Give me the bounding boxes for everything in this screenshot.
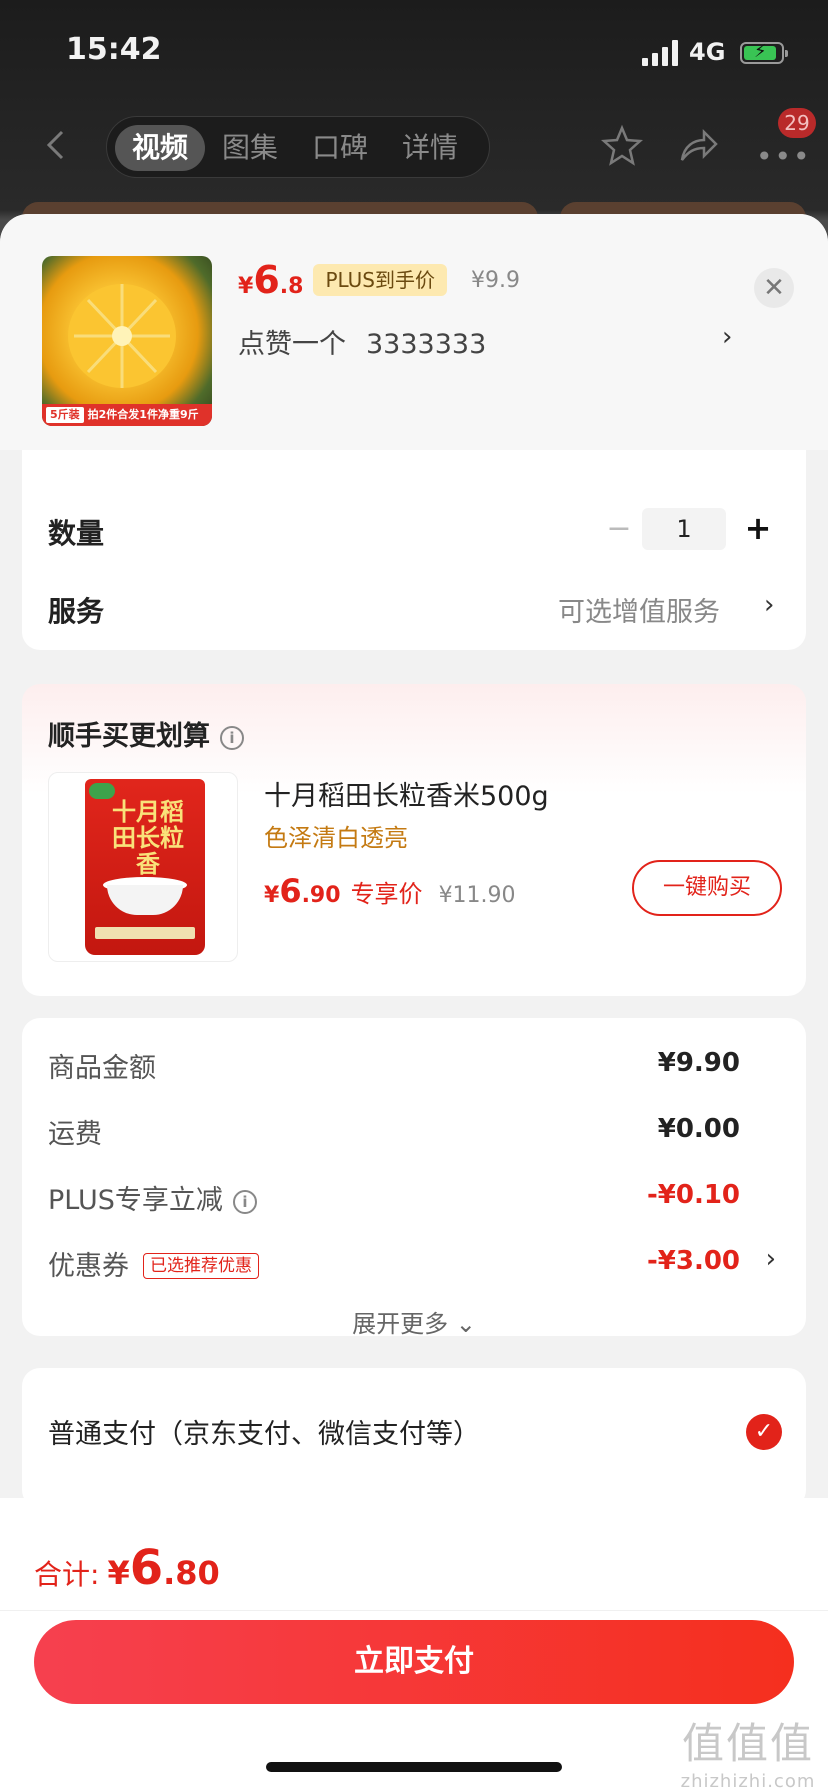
addon-price-integer: 6 [279, 872, 302, 910]
one-click-buy-button[interactable]: 一键购买 [632, 860, 782, 916]
rice-package-band [95, 927, 195, 939]
addon-original-price: ¥11.90 [438, 883, 516, 908]
summary-value-plus-discount: -¥0.10 [646, 1180, 740, 1210]
tab-details[interactable]: 详情 [385, 125, 475, 171]
quantity-increase-button[interactable]: + [738, 508, 778, 550]
original-price: ¥9.9 [470, 268, 520, 293]
price-integer: 6 [253, 258, 280, 302]
screen: 15:42 4G ⚡ 视频 图集 口碑 详情 ••• 29 5斤装 拍2件合发1… [0, 0, 828, 1792]
plus-discount-text: PLUS专享立减 [48, 1185, 223, 1216]
product-image: 5斤装 拍2件合发1件净重9斤 [42, 256, 212, 426]
tab-gallery[interactable]: 图集 [205, 125, 295, 171]
summary-label-shipping: 运费 [48, 1119, 102, 1150]
summary-value-shipping: ¥0.00 [657, 1114, 740, 1144]
product-header: 5斤装 拍2件合发1件净重9斤 ¥6.8 PLUS到手价 ¥9.9 点赞一个 33333… [0, 214, 828, 450]
expand-more-text: 展开更多 [352, 1310, 449, 1338]
bottom-checkout-bar: 合计: ¥6.80 立即支付 值值值 zhizhizhi.com [0, 1498, 828, 1792]
product-image-banner: 5斤装 拍2件合发1件净重9斤 [42, 404, 212, 426]
addon-price-decimal: .90 [301, 883, 341, 908]
pay-now-button[interactable]: 立即支付 [34, 1620, 794, 1704]
price-decimal: .8 [279, 274, 304, 299]
signal-icon [642, 40, 680, 66]
addon-price-currency: ¥ [264, 883, 280, 908]
info-icon[interactable]: i [232, 1190, 257, 1214]
price-summary-card: 商品金额 ¥9.90 运费 ¥0.00 PLUS专享立减 i -¥0.10 优惠券… [22, 1018, 806, 1339]
payment-method-card: 普通支付（京东支付、微信支付等） ✓ [22, 1368, 806, 1508]
rice-bowl-base [107, 885, 183, 915]
network-type: 4G [689, 38, 726, 66]
summary-label-plus-discount: PLUS专享立减 i [48, 1178, 257, 1217]
addon-price: ¥6.90 专享价 ¥11.90 [264, 872, 516, 910]
chevron-right-icon[interactable]: › [764, 590, 774, 620]
quantity-decrease-button[interactable]: − [600, 510, 638, 548]
selected-spec[interactable]: 点赞一个 3333333 [238, 322, 486, 361]
watermark-logo: 值值值 [681, 1719, 814, 1768]
product-price: ¥6.8 PLUS到手价 ¥9.9 [238, 258, 520, 308]
divider [0, 1610, 828, 1611]
tab-video[interactable]: 视频 [115, 125, 205, 171]
watermark-domain: zhizhizhi.com [680, 1771, 816, 1792]
status-time: 15:42 [66, 32, 162, 67]
total-label: 合计: [34, 1558, 100, 1591]
total-decimal: .80 [163, 1554, 220, 1592]
media-tabs: 视频 图集 口碑 详情 [106, 116, 490, 178]
rice-package-text: 十月稻田长粒香 [112, 797, 184, 878]
site-watermark: 值值值 zhizhizhi.com [672, 1710, 824, 1792]
top-navigation: 视频 图集 口碑 详情 ••• 29 [0, 108, 828, 180]
plus-price-tag: PLUS到手价 [313, 264, 447, 296]
addon-title: 顺手买更划算 i [48, 714, 244, 753]
summary-label-coupon[interactable]: 优惠券 已选推荐优惠 [48, 1244, 259, 1283]
exclusive-price-label: 专享价 [350, 880, 423, 908]
checkmark-selected-icon[interactable]: ✓ [746, 1414, 782, 1450]
order-total: 合计: ¥6.80 [34, 1540, 220, 1596]
addon-title-text: 顺手买更划算 [48, 721, 210, 752]
addon-card: 顺手买更划算 i 十月稻田长粒香 十月稻田长粒香米500g 色泽清白透亮 ¥6.9… [22, 684, 806, 996]
share-icon[interactable] [676, 124, 720, 168]
quantity-input[interactable]: 1 [642, 508, 726, 550]
service-label: 服务 [48, 595, 105, 628]
addon-product-subtitle: 色泽清白透亮 [264, 824, 408, 852]
message-badge: 29 [778, 108, 816, 138]
favorite-star-icon[interactable] [600, 124, 644, 168]
coupon-label-text: 优惠券 [48, 1251, 129, 1282]
addon-product-image[interactable]: 十月稻田长粒香 [48, 772, 238, 962]
status-bar: 15:42 4G ⚡ [0, 0, 828, 100]
selected-spec-label: 点赞一个 [238, 329, 346, 360]
rice-bag-art: 十月稻田长粒香 [85, 779, 205, 955]
price-currency: ¥ [238, 274, 254, 299]
selected-spec-value: 3333333 [366, 329, 487, 360]
summary-label-subtotal: 商品金额 [48, 1053, 156, 1084]
more-icon[interactable]: ••• [756, 140, 812, 173]
home-indicator [266, 1762, 562, 1772]
payment-option-standard[interactable]: 普通支付（京东支付、微信支付等） [48, 1412, 480, 1451]
service-hint[interactable]: 可选增值服务 [558, 590, 720, 629]
expand-more-button[interactable]: 展开更多 ⌄ [22, 1304, 806, 1339]
chevron-right-icon[interactable]: › [766, 1244, 776, 1274]
total-integer: 6 [129, 1540, 164, 1596]
quantity-service-card: 数量 − 1 + 服务 可选增值服务 › [22, 450, 806, 650]
close-icon[interactable]: ✕ [754, 268, 794, 308]
chevron-right-icon[interactable]: › [722, 322, 732, 352]
back-icon[interactable] [40, 128, 74, 162]
summary-value-coupon[interactable]: -¥3.00 [647, 1246, 740, 1276]
quantity-label: 数量 [48, 517, 105, 550]
battery-icon: ⚡ [740, 41, 788, 64]
shipping-note: 拍2件合发1件净重9斤 [87, 408, 199, 421]
addon-product-name[interactable]: 十月稻田长粒香米500g [264, 774, 549, 813]
orange-image-art [68, 284, 176, 388]
info-icon[interactable]: i [220, 726, 244, 750]
coupon-selected-tag: 已选推荐优惠 [143, 1253, 259, 1279]
weight-tag: 5斤装 [46, 407, 84, 423]
tab-reviews[interactable]: 口碑 [295, 125, 385, 171]
chevron-down-icon: ⌄ [455, 1310, 476, 1338]
summary-value-subtotal: ¥9.90 [657, 1048, 740, 1078]
total-currency: ¥ [107, 1554, 130, 1592]
